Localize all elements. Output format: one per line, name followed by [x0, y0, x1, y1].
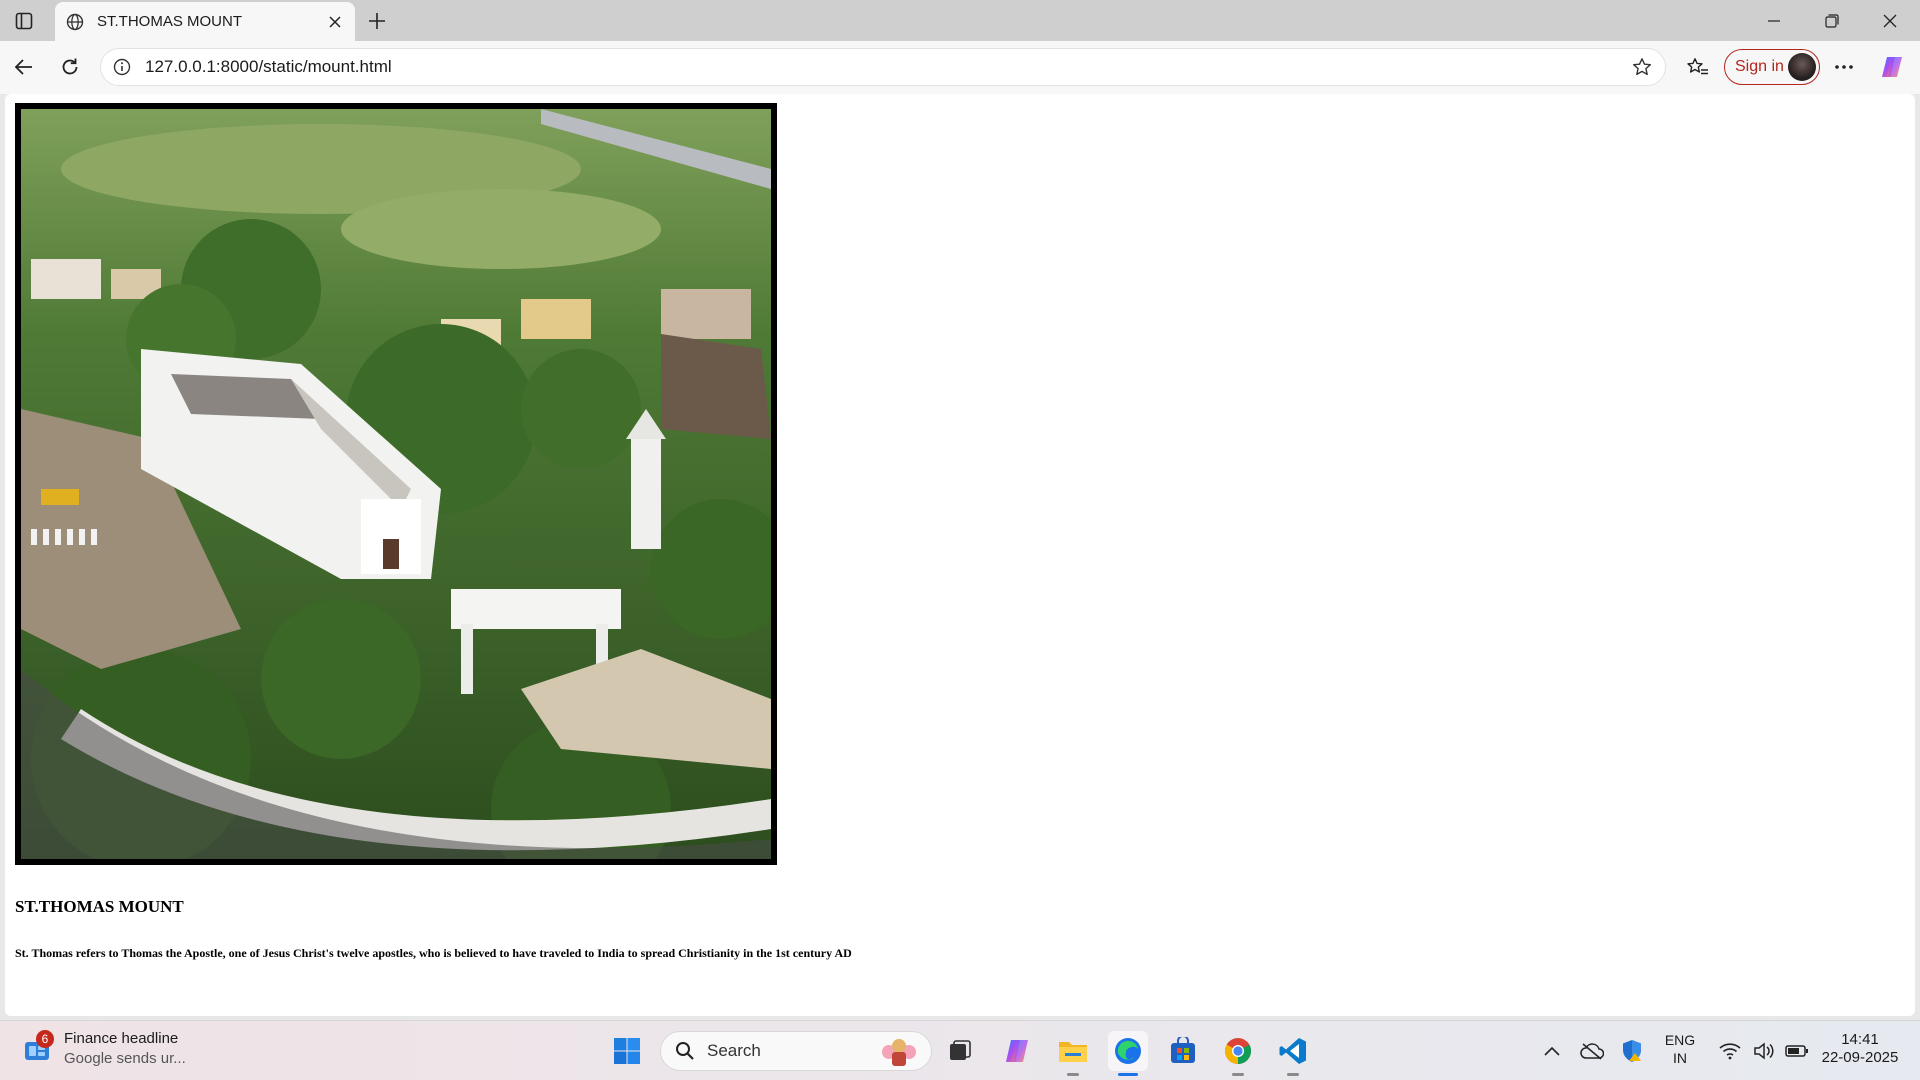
widget-subtitle: Google sends ur... — [64, 1050, 186, 1067]
vscode-icon[interactable] — [1273, 1031, 1313, 1071]
language-label: ENG — [1664, 1032, 1696, 1048]
close-window-icon[interactable] — [1862, 0, 1918, 41]
tab-title: ST.THOMAS MOUNT — [97, 13, 242, 30]
input-language-indicator[interactable]: ENG IN — [1656, 1031, 1704, 1067]
page-viewport: ST.THOMAS MOUNT St. Thomas refers to Tho… — [5, 94, 1915, 1016]
profile-avatar — [1788, 53, 1816, 81]
site-info-icon[interactable] — [111, 56, 133, 78]
copilot-icon[interactable] — [1876, 51, 1908, 83]
microsoft-store-icon[interactable] — [1163, 1031, 1203, 1071]
region-label: IN — [1673, 1050, 1687, 1066]
windows-taskbar: 6 Finance headline Google sends ur... Se… — [0, 1020, 1920, 1080]
globe-icon — [65, 12, 85, 32]
restore-icon[interactable] — [1804, 0, 1860, 41]
explorer-running-indicator — [1067, 1073, 1079, 1076]
copilot-taskbar-icon[interactable] — [997, 1031, 1037, 1071]
news-widget[interactable]: 6 Finance headline Google sends ur... — [22, 1029, 186, 1069]
close-tab-icon[interactable] — [321, 8, 349, 36]
address-bar[interactable]: 127.0.0.1:8000/static/mount.html — [100, 48, 1666, 86]
clock[interactable]: 14:41 22-09-2025 — [1810, 1031, 1910, 1067]
widgets-icon: 6 — [22, 1030, 54, 1064]
mount-photo-frame — [15, 103, 777, 865]
refresh-icon[interactable] — [54, 51, 86, 83]
minimize-icon[interactable] — [1746, 0, 1802, 41]
favorite-star-icon[interactable] — [1627, 52, 1657, 82]
page-heading: ST.THOMAS MOUNT — [15, 897, 184, 916]
file-explorer-icon[interactable] — [1053, 1031, 1093, 1071]
browser-tab-active[interactable]: ST.THOMAS MOUNT — [55, 2, 355, 41]
chrome-running-indicator — [1232, 1073, 1244, 1076]
show-hidden-icons-chevron-icon[interactable] — [1532, 1031, 1572, 1071]
edge-browser-icon[interactable] — [1108, 1031, 1148, 1071]
search-label: Search — [707, 1041, 761, 1060]
widget-title: Finance headline — [64, 1030, 179, 1047]
navigation-bar: 127.0.0.1:8000/static/mount.html Sign in — [0, 41, 1920, 94]
chrome-browser-icon[interactable] — [1218, 1031, 1258, 1071]
edge-active-indicator — [1118, 1073, 1138, 1076]
battery-icon — [1785, 1045, 1808, 1057]
time-label: 14:41 — [1841, 1031, 1879, 1048]
volume-icon — [1754, 1042, 1774, 1060]
url-text[interactable]: 127.0.0.1:8000/static/mount.html — [145, 57, 1627, 77]
wifi-icon — [1719, 1043, 1741, 1060]
sign-in-label: Sign in — [1735, 58, 1784, 75]
back-arrow-icon[interactable] — [8, 51, 40, 83]
start-windows-icon[interactable] — [607, 1031, 647, 1071]
tab-actions-icon[interactable] — [12, 10, 36, 32]
search-icon — [676, 1042, 694, 1060]
onedrive-offline-icon[interactable] — [1572, 1031, 1612, 1071]
notification-badge: 6 — [36, 1030, 54, 1048]
task-view-icon[interactable] — [940, 1031, 980, 1071]
tab-bar: ST.THOMAS MOUNT — [0, 0, 1920, 41]
search-highlight-art-icon — [882, 1039, 916, 1066]
new-tab-plus-icon[interactable] — [362, 6, 392, 36]
sign-in-button[interactable]: Sign in — [1724, 49, 1820, 85]
vscode-running-indicator — [1287, 1073, 1299, 1076]
more-options-icon[interactable] — [1828, 51, 1860, 83]
security-shield-icon[interactable] — [1612, 1031, 1652, 1071]
page-paragraph: St. Thomas refers to Thomas the Apostle,… — [15, 946, 852, 960]
favorites-icon[interactable] — [1682, 51, 1714, 83]
date-label: 22-09-2025 — [1821, 1049, 1899, 1066]
taskbar-search[interactable]: Search — [660, 1031, 932, 1071]
st-thomas-mount-photo — [21, 109, 771, 859]
quick-settings[interactable] — [1706, 1031, 1822, 1071]
